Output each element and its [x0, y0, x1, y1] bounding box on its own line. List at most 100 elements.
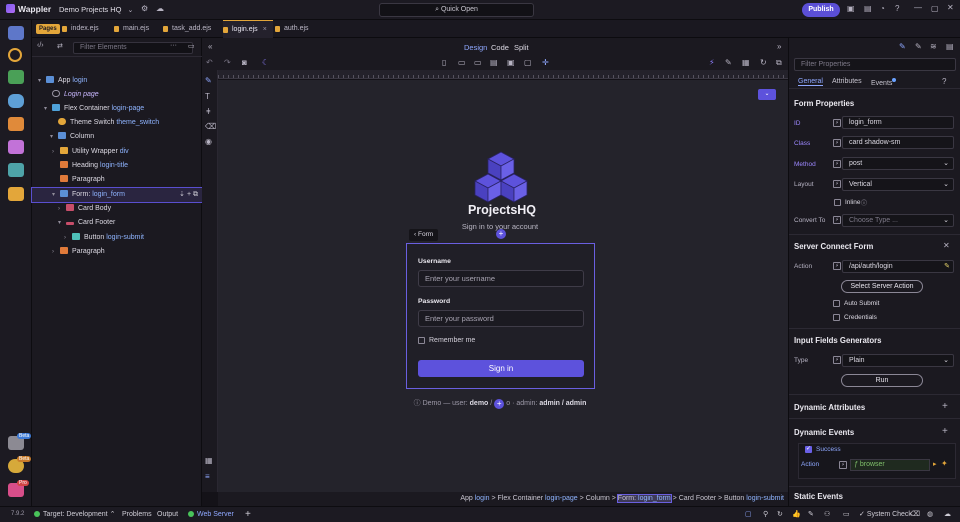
dynamic-binding-icon[interactable]: ⚡ [833, 180, 841, 188]
redo-icon[interactable]: ↷ [224, 58, 231, 67]
thumbs-up-icon[interactable]: 👍 [792, 507, 801, 522]
add-terminal-plus-icon[interactable]: + [245, 507, 251, 522]
book-icon[interactable]: ▤ [864, 4, 872, 13]
cloud-status-icon[interactable]: ☁ [944, 507, 951, 522]
text-tool-icon[interactable]: T [205, 92, 210, 101]
action-input[interactable]: /api/auth/login ✎ [842, 260, 954, 273]
tab-index-ejs[interactable]: index.ejs [62, 20, 99, 38]
maximize-icon[interactable]: ▢ [931, 4, 939, 13]
cloud-icon[interactable]: ☁ [156, 4, 164, 13]
output-button[interactable]: Output [157, 507, 178, 522]
dynamic-binding-icon[interactable]: ⚡ [839, 461, 847, 469]
fit-width-icon[interactable]: ✛ [542, 58, 549, 67]
tree-node-utility-wrapper[interactable]: › Utility Wrapper div [32, 145, 202, 159]
insert-plus-icon[interactable]: + [496, 229, 506, 239]
undo-icon[interactable]: ↶ [206, 58, 213, 67]
split-icon[interactable]: ⇄ [57, 42, 63, 50]
screenshot-icon[interactable]: ◙ [242, 58, 247, 67]
login-form-card[interactable]: Username Enter your username Password En… [406, 243, 595, 389]
quick-open-button[interactable]: ⌕ Quick Open [379, 3, 534, 17]
layout-select[interactable]: Vertical ⌄ [842, 178, 954, 191]
select-server-action-button[interactable]: Select Server Action [841, 280, 923, 293]
credentials-checkbox[interactable] [833, 314, 840, 321]
magic-wand-icon[interactable]: ✎ [725, 58, 732, 67]
theme-dropdown-icon[interactable]: ⌄ [758, 89, 776, 100]
convert-to-select[interactable]: Choose Type ... ⌄ [842, 214, 954, 227]
target-selector[interactable]: Target: Development ⌃ [34, 507, 115, 522]
project-settings-gear-icon[interactable]: ⚙ [141, 4, 148, 13]
properties-edit-icon[interactable]: ✎ [899, 42, 906, 51]
pencil-icon[interactable]: ✎ [944, 261, 950, 272]
tree-node-theme-switch[interactable]: Theme Switch theme_switch [32, 116, 202, 130]
tree-node-card-footer[interactable]: ▾ Card Footer [32, 216, 202, 230]
grid-icon[interactable]: ▦ [742, 58, 750, 67]
open-browser-icon[interactable]: ⧉ [776, 58, 782, 68]
database-icon[interactable] [8, 94, 24, 108]
toggle-panel-icon[interactable]: ▢ [745, 507, 752, 522]
tab-auth-ejs[interactable]: auth.ejs [275, 20, 309, 38]
tree-node-app[interactable]: ▾ App login [32, 74, 202, 88]
pages-icon[interactable] [8, 26, 24, 40]
magic-icon[interactable]: ⚡ [709, 58, 715, 67]
grid-view-icon[interactable]: ▦ [205, 456, 213, 465]
breadcrumb-app[interactable]: App login [460, 495, 489, 502]
terminal-icon[interactable]: ▭ [843, 507, 850, 522]
tree-node-column[interactable]: ▾ Column [32, 130, 202, 144]
run-button[interactable]: Run [841, 374, 923, 387]
dynamic-binding-icon[interactable]: ⚡ [833, 262, 841, 270]
dynamic-binding-icon[interactable]: ⚡ [833, 356, 841, 364]
class-input[interactable]: card shadow-sm [842, 136, 954, 149]
form-element-label[interactable]: ‹ Form [409, 229, 439, 241]
server-icon[interactable]: ▤ [946, 42, 954, 51]
refresh-icon[interactable]: ↻ [760, 58, 767, 67]
list-view-icon[interactable]: ≡ [205, 472, 210, 481]
eraser-icon[interactable]: ⌫ [910, 507, 920, 522]
tree-node-login-page[interactable]: Login page [32, 88, 202, 102]
breadcrumb-column[interactable]: Column [586, 495, 610, 502]
minimize-icon[interactable]: — [914, 3, 922, 12]
split-view-tab[interactable]: Split [514, 43, 529, 52]
breadcrumb-flex-container[interactable]: Flex Container login-page [498, 495, 578, 502]
generator-type-select[interactable]: Plain ⌄ [842, 354, 954, 367]
device-wide-icon[interactable]: ▢ [524, 58, 532, 67]
select-tool-icon[interactable]: ✎ [205, 76, 212, 85]
problems-button[interactable]: Problems [122, 507, 152, 522]
code-toggle-icon[interactable]: ‹/› [37, 42, 44, 49]
add-dynamic-event-plus-icon[interactable]: + [942, 426, 948, 437]
tab-events[interactable]: Events [871, 78, 897, 87]
device-mobile-icon[interactable]: ▯ [442, 58, 446, 67]
tab-main-ejs[interactable]: main.ejs [114, 20, 149, 38]
web-server-button[interactable]: Web Server [188, 507, 234, 522]
remove-section-close-icon[interactable]: ✕ [943, 241, 950, 250]
close-tab-icon[interactable]: × [263, 26, 267, 33]
more-icon[interactable]: ··· [170, 42, 177, 49]
password-input[interactable]: Enter your password [418, 310, 584, 327]
device-desktop-icon[interactable]: ▣ [507, 58, 515, 67]
tab-task-add-ejs[interactable]: task_add.ejs [163, 20, 211, 38]
refresh-status-icon[interactable]: ↻ [777, 507, 783, 522]
magic-wand-icon-2[interactable]: ✎ [915, 42, 922, 51]
breadcrumb-card-footer[interactable]: Card Footer [679, 495, 716, 502]
user-icon[interactable]: ⚲ [763, 507, 768, 522]
device-tablet-landscape-icon[interactable]: ▭ [474, 58, 482, 67]
style-tool-icon[interactable]: ǂ [206, 107, 211, 116]
collapse-right-icon[interactable]: » [777, 42, 781, 51]
git-icon[interactable] [8, 48, 22, 62]
username-input[interactable]: Enter your username [418, 270, 584, 287]
help-icon-2[interactable]: ? [942, 77, 946, 86]
design-assets-icon[interactable] [8, 140, 24, 154]
auto-submit-checkbox[interactable] [833, 300, 840, 307]
device-tablet-icon[interactable]: ▭ [458, 58, 466, 67]
globe-icon[interactable]: ◍ [927, 507, 933, 522]
remember-me-checkbox[interactable] [418, 337, 425, 344]
breadcrumb-form[interactable]: Form: login_form [616, 494, 672, 503]
ai-robot-icon[interactable] [8, 187, 24, 201]
dark-mode-moon-icon[interactable]: ☾ [262, 58, 269, 67]
signpost-icon[interactable] [8, 117, 24, 131]
tab-login-ejs[interactable]: login.ejs × [223, 20, 273, 38]
expand-arrow-icon[interactable]: ▸ [933, 460, 937, 468]
help-icon[interactable]: ? [895, 4, 899, 13]
code-view-tab[interactable]: Code [491, 43, 509, 52]
tab-attributes[interactable]: Attributes [832, 78, 862, 85]
tree-node-heading[interactable]: Heading login-title [32, 159, 202, 173]
